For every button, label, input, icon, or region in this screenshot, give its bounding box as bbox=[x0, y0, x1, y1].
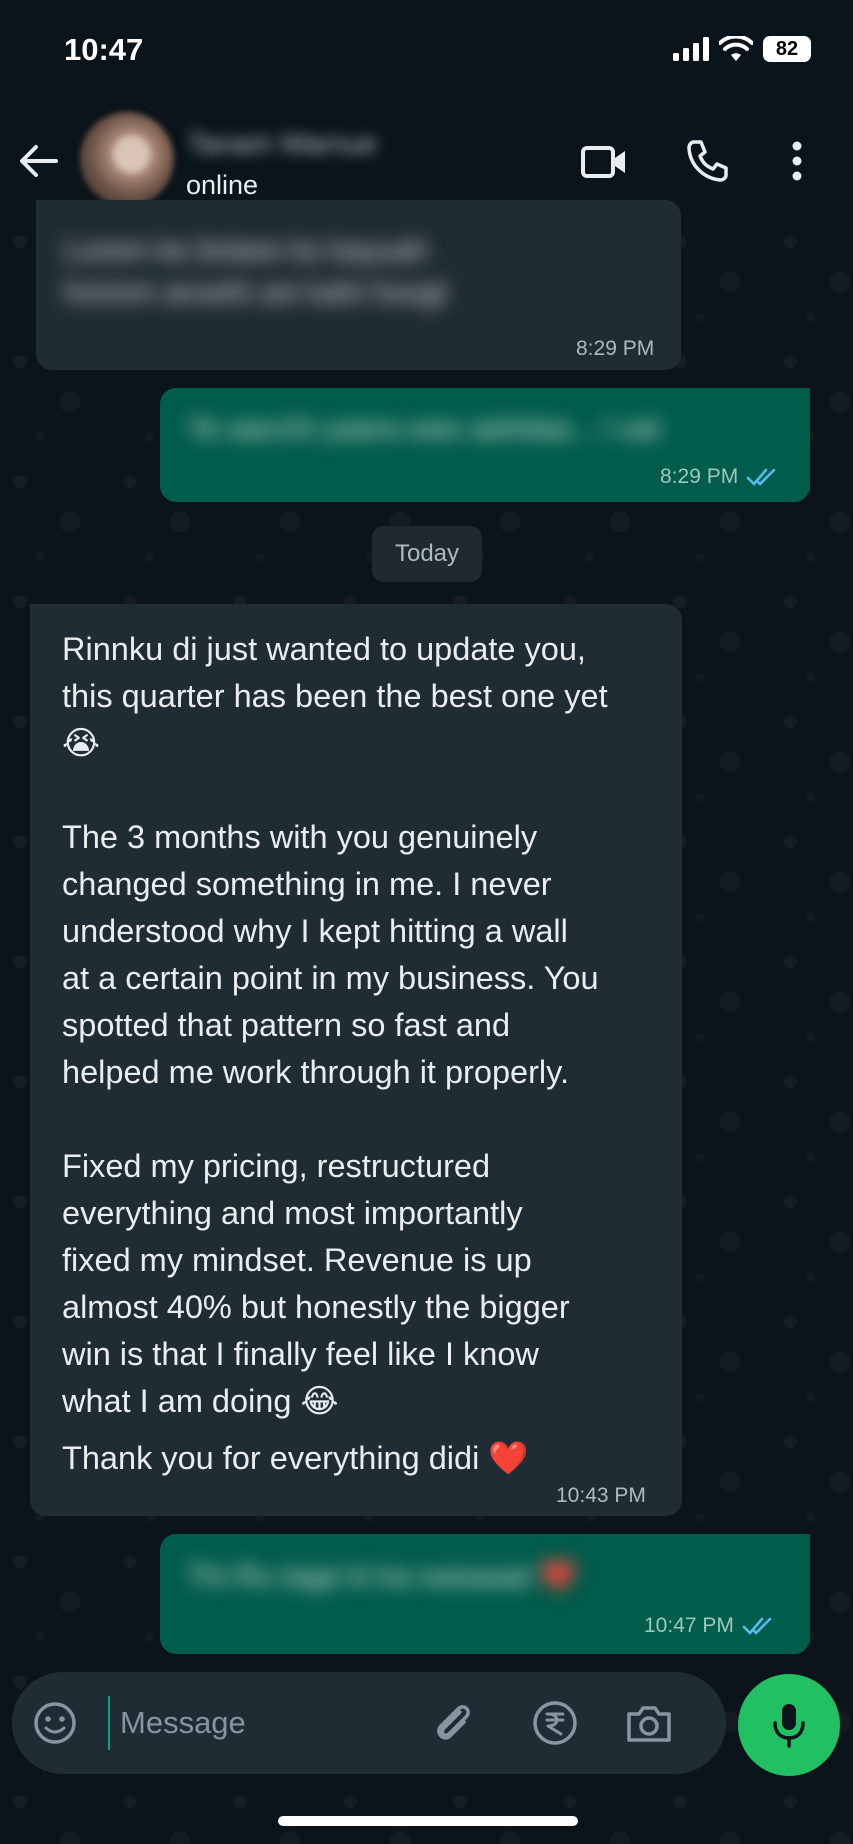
date-divider: Today bbox=[372, 526, 482, 582]
presence-status: online bbox=[186, 170, 259, 200]
message-paragraph: Thank you for everything didi ❤️ bbox=[62, 1440, 529, 1476]
battery-indicator: 82 bbox=[763, 36, 811, 62]
back-arrow-icon[interactable] bbox=[16, 138, 62, 184]
read-double-check-icon bbox=[746, 468, 776, 486]
message-input[interactable] bbox=[108, 1696, 408, 1750]
rupee-icon[interactable] bbox=[530, 1698, 580, 1748]
message-meta: 10:43 PM bbox=[556, 1484, 646, 1508]
phone-icon[interactable] bbox=[684, 138, 730, 184]
read-double-check-icon bbox=[742, 1617, 772, 1635]
status-bar: 10:47 82 bbox=[0, 0, 853, 100]
message-bubble-incoming[interactable]: Rinnku di just wanted to update you, thi… bbox=[30, 604, 682, 1516]
message-bubble-outgoing[interactable]: Ye aacchi yaara wao aahdaa... I sat 8:29… bbox=[160, 388, 810, 502]
avatar[interactable] bbox=[80, 112, 174, 206]
message-body: Rinnku di just wanted to update you, thi… bbox=[62, 626, 672, 1482]
home-indicator bbox=[278, 1816, 578, 1826]
wifi-icon bbox=[719, 36, 753, 61]
mic-button[interactable] bbox=[738, 1674, 840, 1776]
message-time: 10:43 PM bbox=[556, 1484, 646, 1507]
message-paragraph: Rinnku di just wanted to update you, thi… bbox=[62, 631, 608, 761]
message-meta: 8:29 PM bbox=[660, 465, 780, 489]
message-text: Lorem ke bntare ko kayuah hmmm arowhi an… bbox=[64, 234, 446, 309]
message-text: Thi Ru tage ki ka wasaaat ❤️ bbox=[186, 1560, 577, 1593]
message-bubble-outgoing[interactable]: Thi Ru tage ki ka wasaaat ❤️ 10:47 PM bbox=[160, 1534, 810, 1654]
contact-name[interactable]: Tanam Warnue bbox=[188, 128, 438, 162]
camera-icon[interactable] bbox=[624, 1700, 674, 1746]
message-meta: 8:29 PM bbox=[576, 337, 654, 361]
paperclip-icon[interactable] bbox=[430, 1700, 476, 1746]
message-paragraph: Fixed my pricing, restructured everythin… bbox=[62, 1148, 570, 1419]
video-call-icon[interactable] bbox=[580, 140, 628, 184]
message-bubble-incoming[interactable]: Lorem ke bntare ko kayuah hmmm arowhi an… bbox=[36, 200, 681, 370]
message-text: Ye aacchi yaara wao aahdaa... I sat bbox=[186, 412, 661, 445]
signal-icon bbox=[673, 37, 709, 61]
status-icons: 82 bbox=[673, 36, 811, 62]
message-meta: 10:47 PM bbox=[644, 1614, 776, 1638]
message-time: 8:29 PM bbox=[660, 465, 739, 488]
mic-icon bbox=[773, 1704, 805, 1748]
message-composer bbox=[12, 1672, 726, 1774]
message-time: 8:29 PM bbox=[576, 337, 655, 360]
message-paragraph: The 3 months with you genuinely changed … bbox=[62, 819, 599, 1090]
more-vert-icon[interactable] bbox=[782, 138, 812, 184]
message-time: 10:47 PM bbox=[644, 1614, 734, 1637]
status-time: 10:47 bbox=[64, 32, 144, 67]
emoji-icon[interactable] bbox=[32, 1700, 78, 1746]
